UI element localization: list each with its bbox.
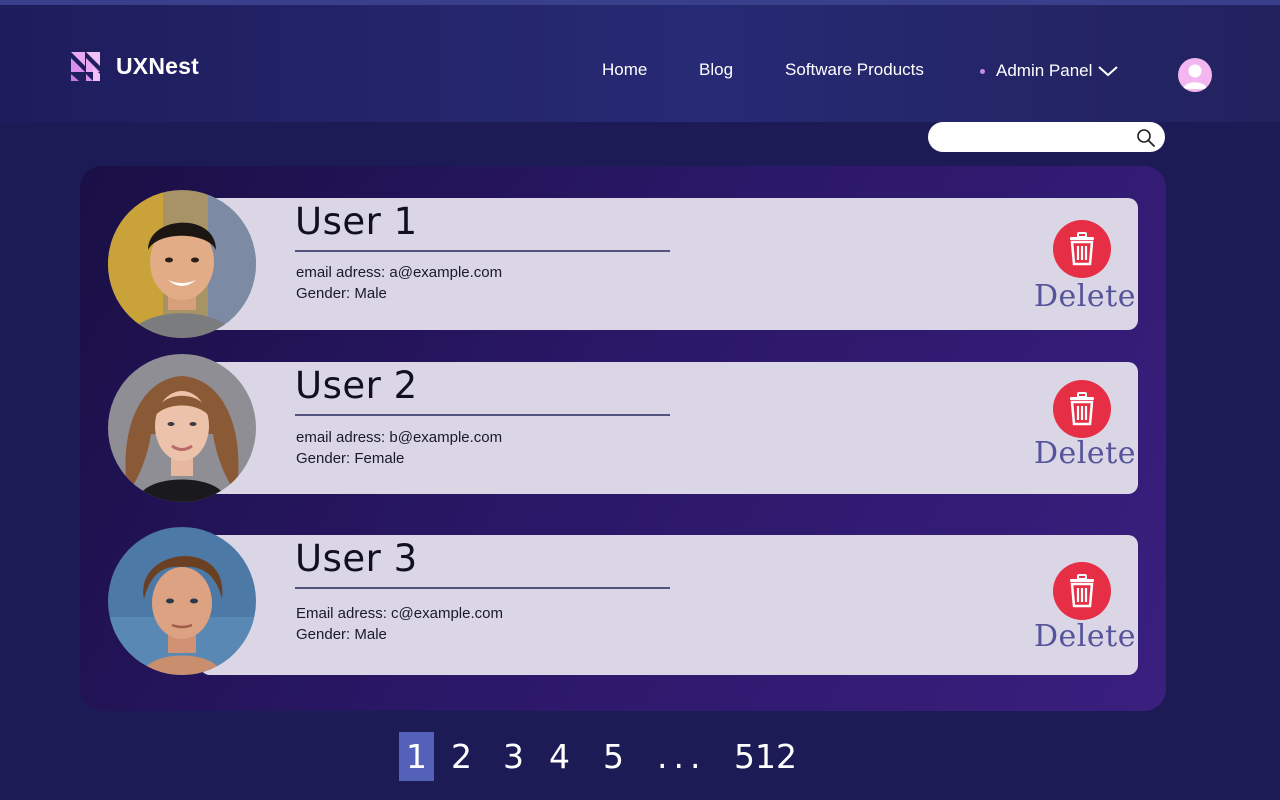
user-card: User 3 Email adress: c@example.com Gende… xyxy=(200,535,1138,675)
nav-software-products-link[interactable]: Software Products xyxy=(785,60,924,80)
page-link-4[interactable]: 4 xyxy=(549,732,570,781)
user-card: User 2 email adress: b@example.com Gende… xyxy=(200,362,1138,494)
user-gender: Gender: Male xyxy=(296,626,387,643)
user-avatar-icon xyxy=(1183,64,1207,89)
name-divider xyxy=(295,587,670,589)
header: UXNest Home Blog Software Products Admin… xyxy=(0,5,1280,122)
user-name: User 2 xyxy=(295,364,418,407)
search-icon[interactable] xyxy=(1136,128,1156,148)
page-link-3[interactable]: 3 xyxy=(503,732,524,781)
search-box xyxy=(928,122,1165,152)
user-avatar-button[interactable] xyxy=(1178,58,1212,92)
page-link-2[interactable]: 2 xyxy=(451,732,472,781)
user-photo xyxy=(108,354,256,502)
name-divider xyxy=(295,250,670,252)
nav-home-link[interactable]: Home xyxy=(602,60,647,80)
admin-panel-label: Admin Panel xyxy=(996,61,1093,80)
trash-icon xyxy=(1070,392,1094,426)
delete-user-label[interactable]: Delete xyxy=(1034,619,1136,654)
main-nav: Home Blog Software Products Admin Panel xyxy=(0,60,1280,90)
nav-blog-link[interactable]: Blog xyxy=(699,60,733,80)
page-link-1[interactable]: 1 xyxy=(399,732,434,781)
admin-dot-icon xyxy=(980,68,985,74)
pagination: 1 2 3 4 5 ... 512 xyxy=(0,732,1280,782)
pagination-ellipsis: ... xyxy=(657,737,707,776)
user-gender: Gender: Female xyxy=(296,450,405,467)
user-photo-image xyxy=(108,354,256,502)
page-link-last[interactable]: 512 xyxy=(734,732,797,781)
user-card: User 1 email adress: a@example.com Gende… xyxy=(200,198,1138,330)
user-email: email adress: a@example.com xyxy=(296,264,503,281)
nav-admin-panel-dropdown[interactable]: Admin Panel xyxy=(980,61,1119,81)
chevron-down-icon xyxy=(1098,66,1119,77)
user-email: email adress: b@example.com xyxy=(296,429,503,446)
user-email: Email adress: c@example.com xyxy=(296,605,503,622)
search-input[interactable] xyxy=(940,127,1130,147)
delete-user-button[interactable] xyxy=(1053,220,1111,278)
delete-user-label[interactable]: Delete xyxy=(1034,436,1136,471)
user-name: User 3 xyxy=(295,537,418,580)
delete-user-button[interactable] xyxy=(1053,562,1111,620)
trash-icon xyxy=(1070,232,1094,266)
delete-user-label[interactable]: Delete xyxy=(1034,279,1136,314)
user-photo-image xyxy=(108,190,256,338)
user-photo-image xyxy=(108,527,256,675)
trash-icon xyxy=(1070,574,1094,608)
delete-user-button[interactable] xyxy=(1053,380,1111,438)
page: UXNest Home Blog Software Products Admin… xyxy=(0,0,1280,800)
user-gender: Gender: Male xyxy=(296,285,387,302)
page-link-5[interactable]: 5 xyxy=(603,732,624,781)
name-divider xyxy=(295,414,670,416)
user-name: User 1 xyxy=(295,200,418,243)
user-photo xyxy=(108,190,256,338)
user-photo xyxy=(108,527,256,675)
